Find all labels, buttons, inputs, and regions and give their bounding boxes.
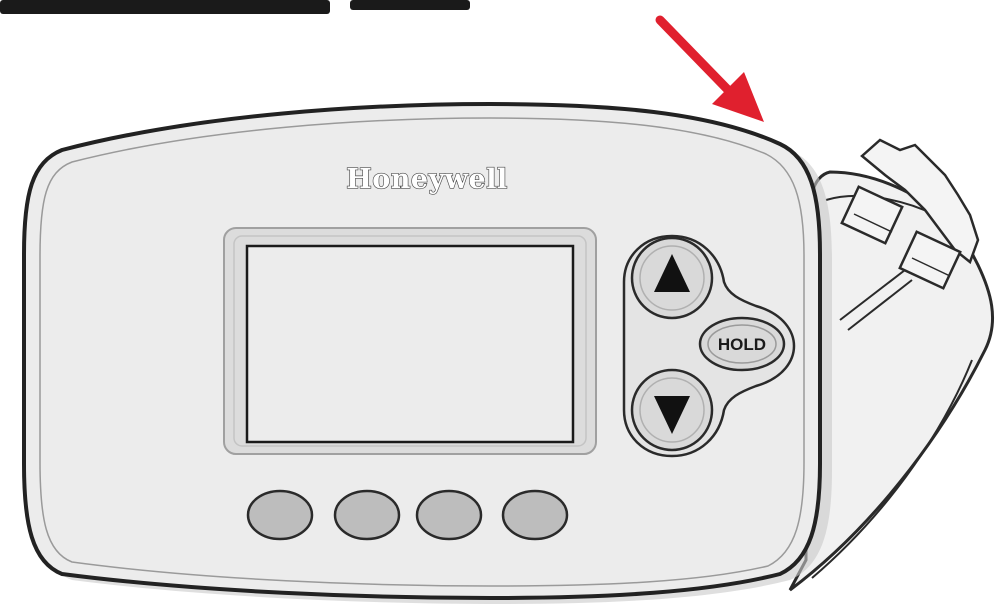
- lcd-screen: [245, 244, 575, 444]
- hold-button-label: HOLD: [718, 335, 766, 354]
- brand-logo: Honeywell: [346, 164, 507, 195]
- cropped-caption-fragment: [0, 0, 470, 14]
- up-button[interactable]: [630, 236, 714, 320]
- hold-button[interactable]: HOLD: [698, 316, 786, 372]
- thermostat-illustration: Honeywell HOLD: [0, 0, 994, 604]
- soft-key-2[interactable]: [333, 489, 401, 541]
- soft-key-3[interactable]: [415, 489, 483, 541]
- soft-key-1[interactable]: [246, 489, 314, 541]
- red-arrow-icon: [655, 15, 764, 122]
- down-button[interactable]: [630, 368, 714, 452]
- soft-key-4[interactable]: [501, 489, 569, 541]
